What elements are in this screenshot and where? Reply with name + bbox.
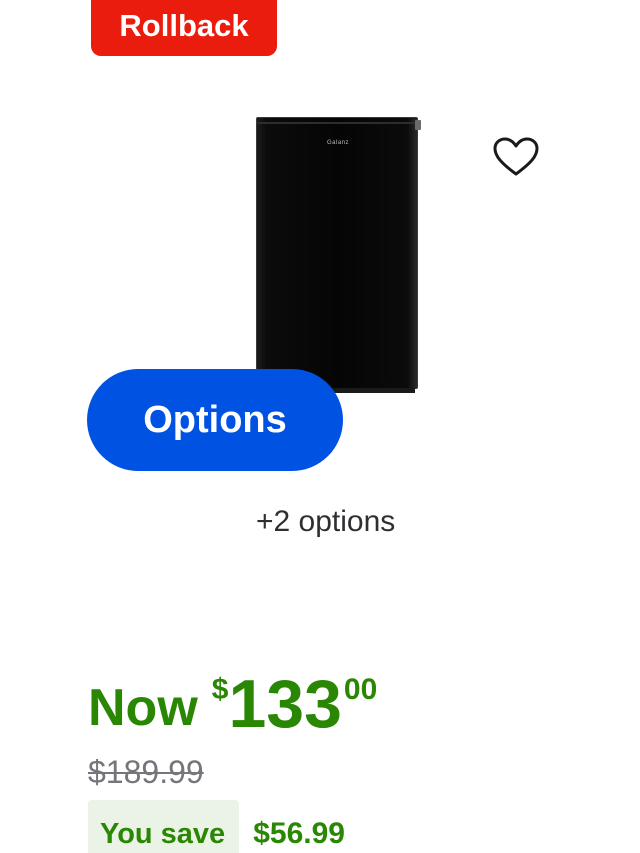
price-cents: 00 <box>343 673 378 706</box>
fridge-top-edge <box>257 122 417 124</box>
options-count-link[interactable]: +2 options <box>256 505 395 539</box>
mini-fridge-image: Galanz <box>256 117 421 393</box>
wishlist-button[interactable] <box>491 135 541 179</box>
price-currency-symbol: $ <box>211 673 229 706</box>
rollback-badge: Rollback <box>91 0 277 56</box>
price-now-label: Now <box>88 679 198 737</box>
options-button[interactable]: Options <box>87 369 343 471</box>
was-price: $189.99 <box>88 754 204 790</box>
price-dollars: 133 <box>228 666 342 742</box>
fridge-brand-logo: Galanz <box>326 140 349 146</box>
savings-amount: $56.99 <box>253 817 345 850</box>
fridge-hinge <box>415 120 421 130</box>
heart-outline-icon <box>493 137 539 176</box>
current-price: Now $ 133 00 <box>88 668 377 744</box>
savings-row: You save $56.99 <box>88 800 345 853</box>
savings-label: You save <box>88 800 240 853</box>
product-card: Rollback Galanz Options +2 options Now $… <box>0 0 640 853</box>
product-image[interactable]: Galanz <box>256 117 421 393</box>
